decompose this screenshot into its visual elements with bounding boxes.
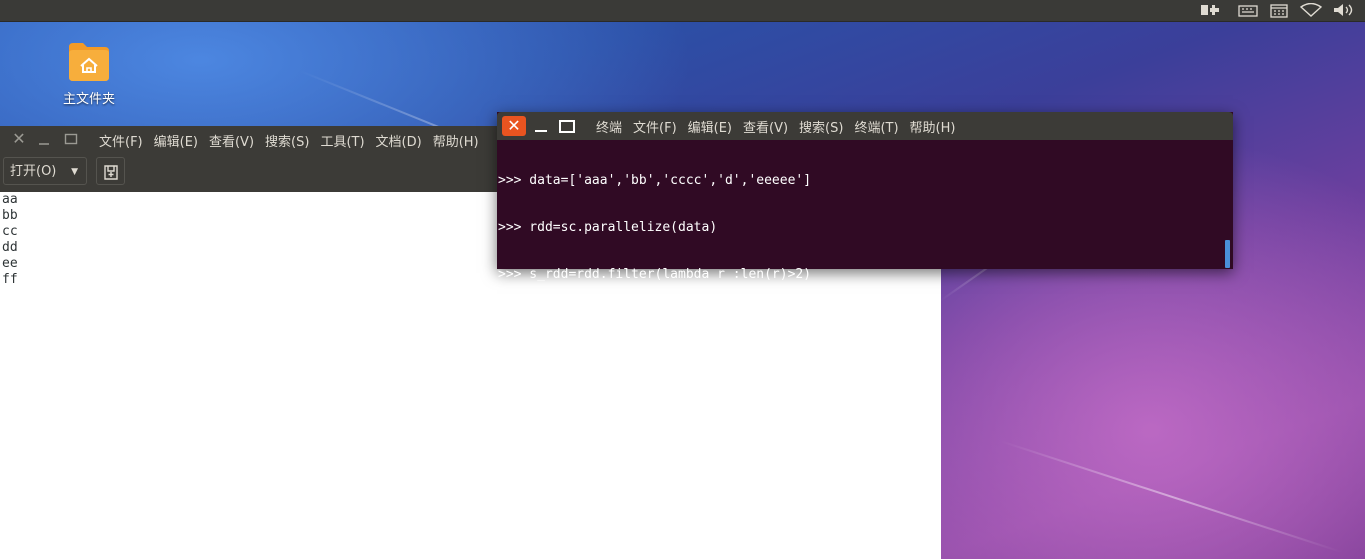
open-button-label: 打开(O): [10, 164, 57, 179]
terminal-line: eeeee: [498, 456, 538, 472]
terminal-line: >>> s_rdd=rdd.filter(lambda r :len(r)>2): [498, 267, 812, 283]
terminal-output[interactable]: >>> data=['aaa','bb','cccc','d','eeeee']…: [498, 141, 1222, 521]
close-icon[interactable]: ✕: [502, 116, 526, 136]
terminal-scrollbar[interactable]: [1225, 240, 1230, 268]
close-icon[interactable]: ✕: [10, 130, 28, 148]
text-line: aa: [2, 192, 18, 207]
text-cursor: [529, 504, 538, 519]
calendar-icon[interactable]: [1270, 3, 1288, 18]
home-folder-shortcut[interactable]: 主文件夹: [52, 38, 126, 112]
terminal-prompt: >>>: [498, 505, 530, 521]
terminal-line: >>> data=['aaa','bb','cccc','d','eeeee']: [498, 172, 812, 188]
menu-terminal[interactable]: 终端(T): [854, 117, 898, 136]
minimize-icon[interactable]: [35, 130, 53, 148]
input-method-icon[interactable]: [1238, 3, 1258, 17]
menu-tools[interactable]: 工具(T): [320, 131, 364, 150]
home-folder-label: 主文件夹: [62, 92, 115, 107]
wifi-icon[interactable]: [1300, 3, 1322, 17]
terminal-menubar: 终端 文件(F) 编辑(E) 查看(V) 搜索(S) 终端(T) 帮助(H): [596, 112, 966, 140]
terminal-line: >>> s_rdd.foreach(print): [498, 314, 686, 330]
text-line: dd: [2, 240, 18, 255]
text-line: ff: [2, 272, 18, 287]
minimize-icon[interactable]: [532, 116, 550, 136]
terminal-titlebar: ✕ 终端 文件(F) 编辑(E) 查看(V) 搜索(S) 终端(T) 帮助(H): [497, 112, 1233, 140]
menu-search[interactable]: 搜索(S): [799, 117, 843, 136]
terminal-line: aaa: [498, 362, 522, 378]
text-line: bb: [2, 208, 18, 223]
menu-documents[interactable]: 文档(D): [376, 131, 422, 150]
text-line: cc: [2, 224, 18, 239]
menu-search[interactable]: 搜索(S): [265, 131, 309, 150]
editor-text-area[interactable]: aa bb cc dd ee ff: [2, 192, 18, 288]
menu-help[interactable]: 帮助(H): [433, 131, 479, 150]
folder-home-icon: [65, 41, 113, 83]
maximize-icon[interactable]: [559, 120, 575, 133]
maximize-icon[interactable]: [62, 130, 80, 148]
top-panel: [0, 0, 1365, 22]
terminal-line: cccc: [498, 409, 530, 425]
menu-file[interactable]: 文件(F): [633, 117, 677, 136]
menu-view[interactable]: 查看(V): [209, 131, 254, 150]
volume-icon[interactable]: [1333, 3, 1355, 17]
keyboard-layout-icon[interactable]: [1200, 3, 1220, 17]
text-line: ee: [2, 256, 18, 271]
terminal-title: 终端: [596, 120, 623, 136]
open-button[interactable]: 打开(O) ▼: [3, 157, 87, 185]
desktop-background: 主文件夹 ✕ 文件(F) 编辑(E) 查看(V) 搜索(S) 工具(T) 文档(…: [0, 0, 1365, 559]
terminal-prompt-line: >>>: [498, 504, 1222, 521]
new-document-button[interactable]: [96, 157, 125, 185]
terminal-window: ✕ 终端 文件(F) 编辑(E) 查看(V) 搜索(S) 终端(T) 帮助(H)…: [497, 112, 1233, 521]
menu-edit[interactable]: 编辑(E): [154, 131, 198, 150]
new-document-icon: [104, 165, 118, 180]
menu-help[interactable]: 帮助(H): [910, 117, 956, 136]
menu-edit[interactable]: 编辑(E): [688, 117, 732, 136]
chevron-down-icon: ▼: [71, 167, 78, 177]
editor-menubar: 文件(F) 编辑(E) 查看(V) 搜索(S) 工具(T) 文档(D) 帮助(H…: [99, 126, 490, 154]
menu-file[interactable]: 文件(F): [99, 131, 143, 150]
terminal-line: >>> rdd=sc.parallelize(data): [498, 219, 718, 235]
menu-view[interactable]: 查看(V): [743, 117, 788, 136]
